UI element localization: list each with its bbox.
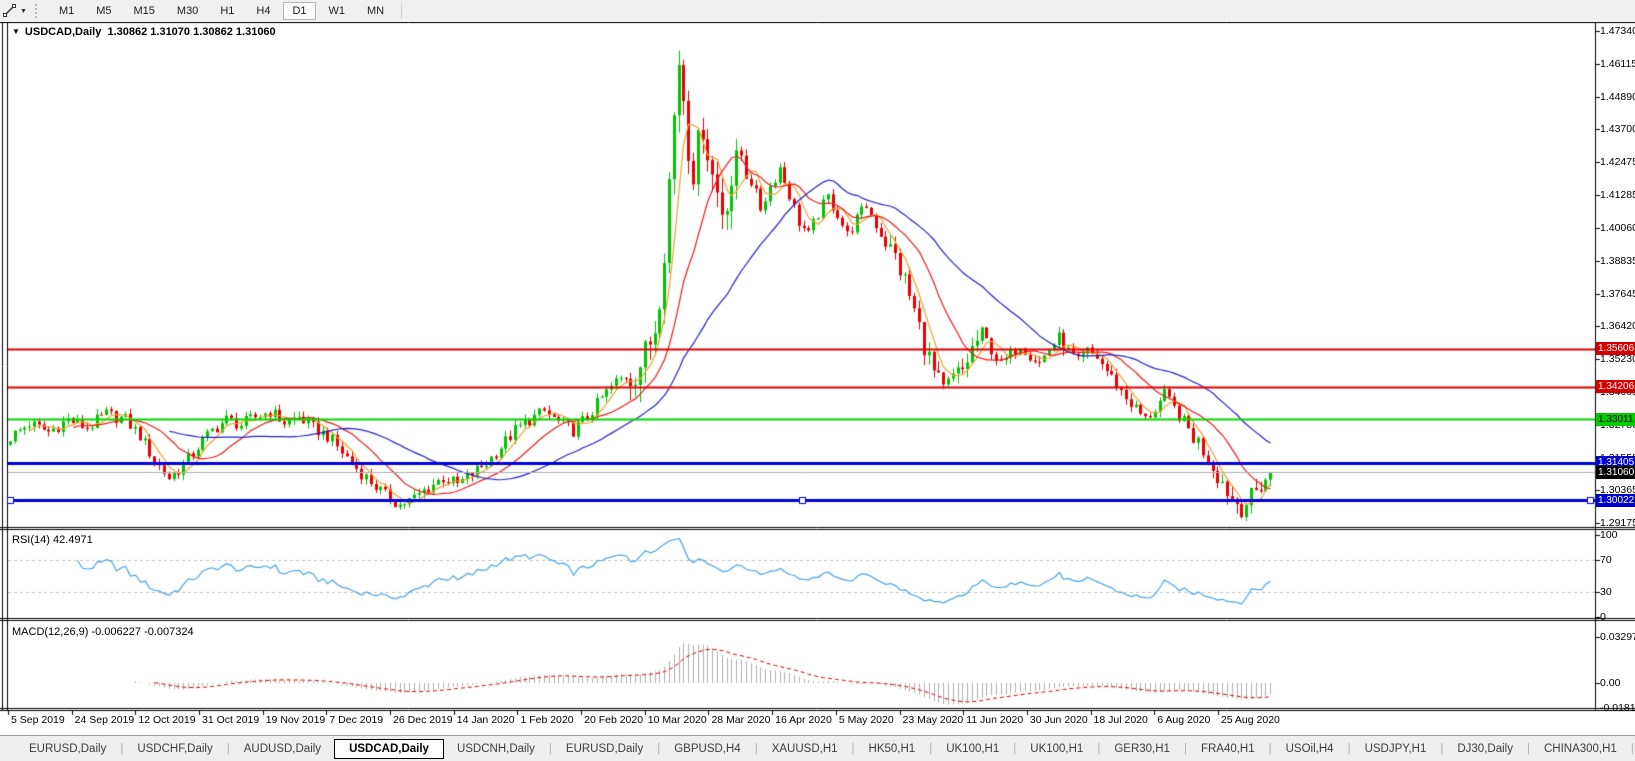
- top-toolbar: ▼ M1 M5 M15 M30 H1 H4 D1 W1 MN: [0, 0, 1635, 23]
- rsi-title: RSI(14) 42.4971: [12, 534, 93, 546]
- price-level-label: 1.33011: [1596, 412, 1635, 426]
- current-price-label: 1.31060: [1596, 465, 1635, 479]
- price-axis-tick: 1.37645: [1600, 287, 1635, 300]
- price-axis-tick: 1.41285: [1600, 189, 1635, 202]
- tab-xauusd-h1[interactable]: XAUUSD,H1: [759, 739, 851, 759]
- tab-usdcnh-daily[interactable]: USDCNH,Daily: [444, 739, 548, 759]
- line-studies-icon[interactable]: [2, 3, 20, 19]
- macd-title: MACD(12,26,9) -0.006227 -0.007324: [12, 626, 194, 638]
- timeframe-buttons: M1 M5 M15 M30 H1 H4 D1 W1 MN: [48, 2, 395, 20]
- tab-fra40-h1[interactable]: FRA40,H1: [1188, 739, 1268, 759]
- chart-title: ▼ USDCAD,Daily 1.30862 1.31070 1.30862 1.…: [12, 26, 276, 38]
- timeframe-button-m30[interactable]: M30: [168, 2, 207, 20]
- rsi-axis-tick: 0: [1600, 611, 1606, 623]
- date-axis-tick: 14 Jan 2020: [456, 714, 515, 726]
- date-axis-tick: 19 Nov 2019: [265, 714, 326, 726]
- date-axis-tick: 11 Jun 2020: [966, 714, 1024, 726]
- tab-usdchf-daily[interactable]: USDCHF,Daily: [124, 739, 225, 759]
- chart-panel: ▼ USDCAD,Daily 1.30862 1.31070 1.30862 1.…: [0, 22, 1635, 735]
- tab-gbpusd-h4[interactable]: GBPUSD,H4: [661, 739, 753, 759]
- tab-uk100-h1[interactable]: UK100,H1: [1017, 739, 1096, 759]
- toolbar-separator: [401, 3, 403, 19]
- price-axis-tick: 1.43700: [1600, 123, 1635, 136]
- date-axis-tick: 31 Oct 2019: [202, 714, 260, 726]
- date-axis-tick: 12 Oct 2019: [138, 714, 196, 726]
- price-level-label: 1.30022: [1596, 493, 1635, 507]
- date-axis-tick: 30 Jun 2020: [1029, 714, 1088, 726]
- price-axis-tick: 1.36420: [1600, 320, 1635, 333]
- price-axis-tick: 1.47340: [1600, 25, 1635, 37]
- tab-dj30-daily[interactable]: DJ30,Daily: [1444, 739, 1526, 759]
- tab-hk50-h1[interactable]: HK50,H1: [856, 739, 929, 759]
- tab-audusd-daily[interactable]: AUDUSD,Daily: [231, 739, 334, 759]
- chart-title-ohlc: 1.30862 1.31070 1.30862 1.31060: [107, 26, 276, 38]
- tab-uk100-h1[interactable]: UK100,H1: [933, 739, 1012, 759]
- rsi-axis-tick: 30: [1600, 586, 1612, 599]
- timeframe-button-mn[interactable]: MN: [358, 2, 393, 20]
- timeframe-button-m1[interactable]: M1: [50, 2, 83, 20]
- macd-axis-tick: 0.00: [1600, 677, 1621, 689]
- date-axis-tick: 18 Jul 2020: [1093, 714, 1148, 726]
- tab-usdcad-daily[interactable]: USDCAD,Daily: [334, 738, 444, 759]
- date-axis-tick: 7 Dec 2019: [329, 714, 384, 726]
- timeframe-button-w1[interactable]: W1: [320, 2, 355, 20]
- date-axis-tick: 1 Feb 2020: [520, 714, 574, 726]
- date-axis-tick: 25 Aug 2020: [1220, 714, 1280, 726]
- timeframe-button-h4[interactable]: H4: [247, 2, 279, 20]
- mt4-window: ▼ M1 M5 M15 M30 H1 H4 D1 W1 MN ▼ USDCAD,Daily 1.3…: [0, 0, 1635, 761]
- price-level-label: 1.34206: [1596, 380, 1635, 394]
- price-axis-tick: 1.42475: [1600, 156, 1635, 169]
- symbol-tabs: EURUSD,Daily | USDCHF,Daily | AUDUSD,Daily US…: [16, 738, 1635, 759]
- date-axis-tick: 28 Mar 2020: [711, 714, 771, 726]
- timeframe-button-d1[interactable]: D1: [283, 2, 316, 20]
- tab-usdjpy-h1[interactable]: USDJPY,H1: [1352, 739, 1440, 759]
- date-axis-tick: 16 Apr 2020: [775, 714, 832, 726]
- rsi-axis-tick: 100: [1600, 529, 1618, 541]
- price-level-label: 1.35606: [1596, 342, 1635, 356]
- tab-china300-h1[interactable]: CHINA300,H1: [1531, 739, 1630, 759]
- date-axis-tick: 20 Feb 2020: [584, 714, 644, 726]
- tab-eurusd-daily[interactable]: EURUSD,Daily: [553, 739, 656, 759]
- chart-canvas[interactable]: [0, 22, 1635, 735]
- date-axis-tick: 5 May 2020: [838, 714, 894, 726]
- collapse-triangle-icon[interactable]: ▼: [12, 27, 20, 36]
- timeframe-button-h1[interactable]: H1: [211, 2, 243, 20]
- date-axis-tick: 24 Sep 2019: [74, 714, 135, 726]
- tab-eurusd-daily[interactable]: EURUSD,Daily: [16, 739, 119, 759]
- macd-axis-tick: -0.018157: [1600, 702, 1635, 715]
- date-axis-tick: 26 Dec 2019: [393, 714, 453, 726]
- symbol-tabbar: EURUSD,Daily | USDCHF,Daily | AUDUSD,Daily US…: [0, 735, 1635, 761]
- macd-axis-tick: 0.032977: [1600, 630, 1635, 643]
- line-studies-dropdown-icon[interactable]: ▼: [20, 8, 27, 15]
- timeframe-button-m5[interactable]: M5: [87, 2, 120, 20]
- rsi-axis-tick: 70: [1600, 553, 1612, 566]
- price-axis-tick: 1.38835: [1600, 254, 1635, 267]
- date-axis-tick: 5 Sep 2019: [11, 714, 65, 726]
- price-axis-tick: 1.40060: [1600, 221, 1635, 234]
- timeframe-button-m15[interactable]: M15: [125, 2, 164, 20]
- price-axis-tick: 1.46115: [1600, 57, 1635, 70]
- toolbar-grip: [34, 4, 40, 18]
- chart-title-symbol: USDCAD,Daily: [24, 26, 102, 38]
- tab-usoil-h4[interactable]: USOil,H4: [1273, 739, 1347, 759]
- date-axis-tick: 6 Aug 2020: [1157, 714, 1211, 726]
- price-axis-tick: 1.44890: [1600, 90, 1635, 103]
- date-axis-tick: 10 Mar 2020: [647, 714, 707, 726]
- tab-ger30-h1[interactable]: GER30,H1: [1101, 739, 1183, 759]
- date-axis-tick: 23 May 2020: [902, 714, 964, 726]
